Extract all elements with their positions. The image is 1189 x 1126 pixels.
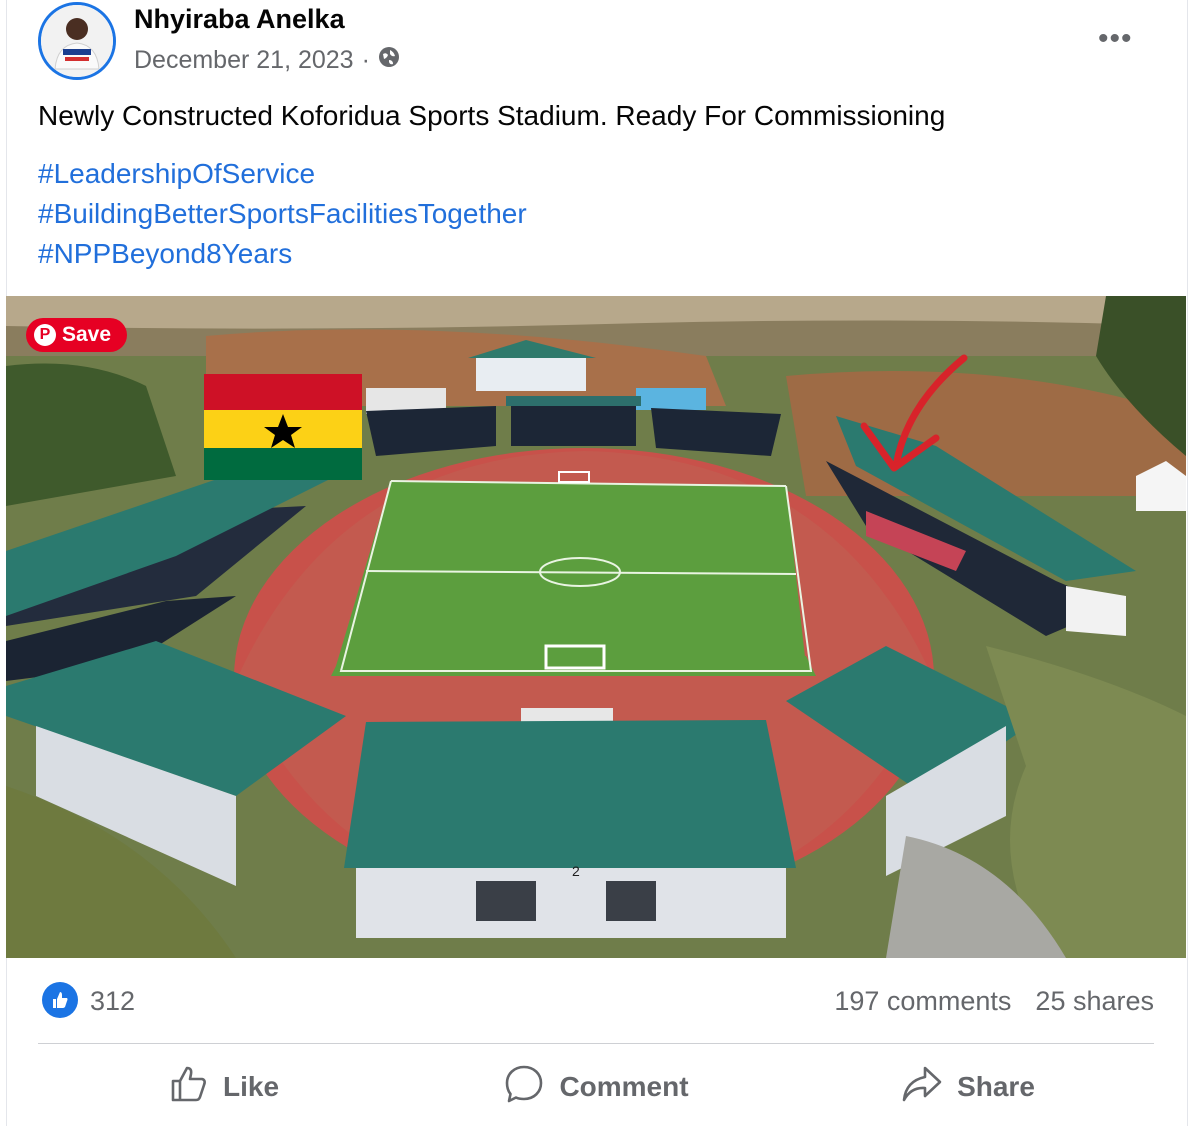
author-name[interactable]: Nhyiraba Anelka: [134, 4, 345, 35]
post-text: Newly Constructed Koforidua Sports Stadi…: [38, 100, 946, 131]
share-button[interactable]: Share: [782, 1052, 1154, 1122]
action-bar: Like Comment Share: [38, 1052, 1154, 1122]
pinterest-icon: P: [34, 324, 56, 346]
thumbs-up-icon: [169, 1064, 209, 1111]
hashtag-link[interactable]: #NPPBeyond8Years: [38, 234, 527, 274]
meta-separator: ·: [361, 46, 370, 74]
globe-icon: [378, 46, 400, 75]
like-label: Like: [222, 1071, 280, 1102]
post-stats: 312 197 comments 25 shares: [38, 982, 1154, 1022]
share-label: Share: [957, 1071, 1035, 1102]
shares-count[interactable]: 25 shares: [1035, 986, 1154, 1017]
share-arrow-icon: [901, 1064, 943, 1111]
save-label: Save: [62, 323, 112, 346]
engagement-counts: 197 comments 25 shares: [834, 986, 1154, 1017]
reaction-count[interactable]: 312: [90, 986, 135, 1017]
comment-button[interactable]: Comment: [410, 1052, 782, 1122]
like-reaction-icon[interactable]: [42, 982, 78, 1018]
post-meta: December 21, 2023 ·: [134, 46, 400, 75]
comment-bubble-icon: [503, 1063, 545, 1112]
divider: [38, 1043, 1154, 1044]
post-date[interactable]: December 21, 2023: [134, 46, 354, 75]
like-button[interactable]: Like: [38, 1052, 410, 1122]
hashtags: #LeadershipOfService #BuildingBetterSpor…: [38, 154, 527, 274]
hashtag-link[interactable]: #BuildingBetterSportsFacilitiesTogether: [38, 194, 527, 234]
author-avatar[interactable]: [38, 2, 116, 80]
more-options-icon[interactable]: •••: [1098, 22, 1133, 56]
hashtag-link[interactable]: #LeadershipOfService: [38, 154, 527, 194]
post-photo[interactable]: 2: [6, 296, 1186, 958]
pinterest-save-button[interactable]: P Save: [26, 318, 128, 352]
ghana-flag: [204, 374, 362, 480]
comment-label: Comment: [559, 1071, 689, 1102]
comments-count[interactable]: 197 comments: [834, 986, 1011, 1017]
stand-number: 2: [572, 863, 580, 879]
